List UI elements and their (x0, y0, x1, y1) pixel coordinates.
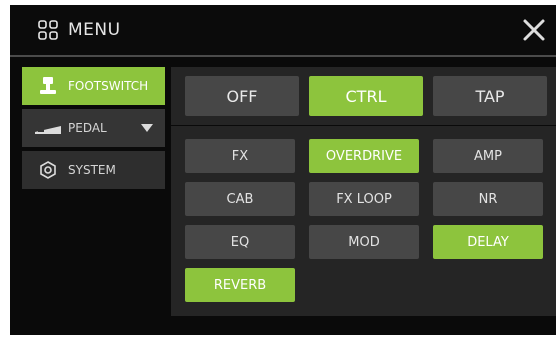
nr-button[interactable]: NR (433, 182, 543, 216)
cab-button[interactable]: CAB (185, 182, 295, 216)
close-icon[interactable] (520, 16, 548, 44)
overdrive-button[interactable]: OVERDRIVE (309, 139, 419, 173)
mod-button[interactable]: MOD (309, 225, 419, 259)
sidebar-item-label: PEDAL (68, 121, 107, 135)
header-bar: MENU (10, 5, 556, 57)
menu-title: MENU (68, 20, 121, 40)
sidebar-item-footswitch[interactable]: FOOTSWITCH (22, 67, 165, 105)
delay-button[interactable]: DELAY (433, 225, 543, 259)
tap-button[interactable]: TAP (433, 76, 547, 116)
fx-button[interactable]: FX (185, 139, 295, 173)
mode-panel: OFF CTRL TAP (171, 67, 556, 125)
system-icon (40, 161, 56, 179)
sidebar-item-pedal[interactable]: PEDAL (22, 109, 165, 147)
device-screen: MENU FOOTSWITCH PEDAL SYSTEM OFF CTRL TA… (10, 5, 556, 335)
pedal-icon (35, 126, 61, 134)
eq-button[interactable]: EQ (185, 225, 295, 259)
chevron-down-icon[interactable] (141, 124, 153, 132)
sidebar-item-system[interactable]: SYSTEM (22, 151, 165, 189)
fx-loop-button[interactable]: FX LOOP (309, 182, 419, 216)
sidebar-item-label: SYSTEM (68, 163, 116, 177)
footswitch-icon (40, 77, 56, 94)
off-button[interactable]: OFF (185, 76, 299, 116)
ctrl-button[interactable]: CTRL (309, 76, 423, 116)
sidebar-item-label: FOOTSWITCH (68, 79, 149, 93)
effects-panel: FX OVERDRIVE AMP CAB FX LOOP NR EQ MOD D… (171, 126, 556, 316)
amp-button[interactable]: AMP (433, 139, 543, 173)
grid-icon[interactable] (38, 20, 58, 40)
reverb-button[interactable]: REVERB (185, 268, 295, 302)
